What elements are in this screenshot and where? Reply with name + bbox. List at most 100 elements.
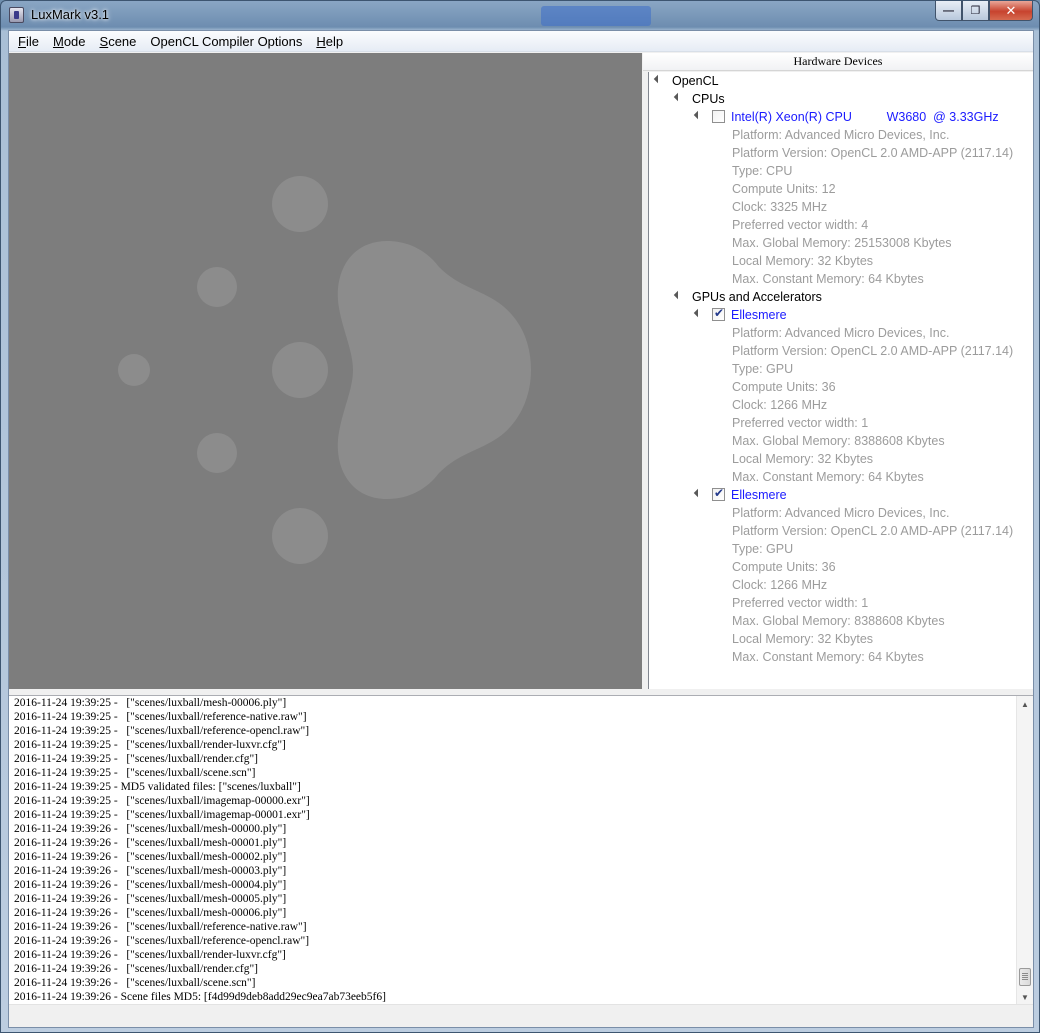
log-line: 2016-11-24 19:39:25 - ["scenes/luxball/r… bbox=[14, 711, 307, 723]
log-line: 2016-11-24 19:39:25 - ["scenes/luxball/m… bbox=[14, 697, 287, 709]
background-taskbar-glimpse bbox=[541, 6, 651, 26]
gpu1-prop-type: Type: GPU bbox=[732, 362, 794, 376]
logo-dot bbox=[197, 433, 237, 473]
log-line: 2016-11-24 19:39:26 - Scene files MD5: [… bbox=[14, 991, 386, 1003]
menu-mode[interactable]: Mode bbox=[46, 31, 93, 52]
log-line: 2016-11-24 19:39:25 - ["scenes/luxball/s… bbox=[14, 767, 256, 779]
cpu-prop-local-memory: Local Memory: 32 Kbytes bbox=[732, 254, 874, 268]
log-line: 2016-11-24 19:39:26 - ["scenes/luxball/r… bbox=[14, 935, 310, 947]
tree-node-opencl[interactable]: OpenCL bbox=[672, 72, 719, 90]
log-line: 2016-11-24 19:39:25 - ["scenes/luxball/r… bbox=[14, 739, 286, 751]
gpu1-prop-constant-memory: Max. Constant Memory: 64 Kbytes bbox=[732, 470, 924, 484]
tree-node-gpu-device-2[interactable]: Ellesmere bbox=[731, 486, 787, 504]
log-output[interactable]: 2016-11-24 19:39:25 - ["scenes/luxball/m… bbox=[9, 695, 1033, 1005]
scroll-down-icon[interactable]: ▼ bbox=[1017, 989, 1033, 1004]
luxmark-window: LuxMark v3.1 — ❐ ✕ File Mode Scene OpenC… bbox=[0, 0, 1040, 1033]
hardware-tree[interactable]: OpenCL CPUs Intel(R) Xeon(R) CPU W3680 @… bbox=[648, 72, 1033, 689]
gpu2-prop-vector-width: Preferred vector width: 1 bbox=[732, 596, 869, 610]
log-lines: 2016-11-24 19:39:25 - ["scenes/luxball/m… bbox=[14, 696, 1014, 1004]
cpu-prop-constant-memory: Max. Constant Memory: 64 Kbytes bbox=[732, 272, 924, 286]
cpu-prop-platform-version: Platform Version: OpenCL 2.0 AMD-APP (21… bbox=[732, 146, 1014, 160]
expand-arrow-icon[interactable] bbox=[653, 74, 663, 84]
client-area: File Mode Scene OpenCL Compiler Options … bbox=[8, 30, 1034, 1028]
logo-dot bbox=[272, 342, 328, 398]
gpu2-prop-compute-units: Compute Units: 36 bbox=[732, 560, 836, 574]
log-scrollbar[interactable]: ▲ ▼ bbox=[1016, 696, 1033, 1004]
expand-arrow-icon[interactable] bbox=[693, 308, 703, 318]
scroll-thumb[interactable] bbox=[1019, 968, 1031, 986]
log-line: 2016-11-24 19:39:26 - ["scenes/luxball/r… bbox=[14, 963, 259, 975]
log-line: 2016-11-24 19:39:26 - ["scenes/luxball/s… bbox=[14, 977, 256, 989]
caption-buttons: — ❐ ✕ bbox=[935, 1, 1033, 21]
log-line: 2016-11-24 19:39:26 - ["scenes/luxball/r… bbox=[14, 921, 307, 933]
menu-scene[interactable]: Scene bbox=[93, 31, 144, 52]
logo-dot bbox=[272, 508, 328, 564]
logo-dot bbox=[197, 267, 237, 307]
expand-arrow-icon[interactable] bbox=[673, 92, 683, 102]
gpu2-prop-local-memory: Local Memory: 32 Kbytes bbox=[732, 632, 874, 646]
gpu1-prop-clock: Clock: 1266 MHz bbox=[732, 398, 828, 412]
render-view[interactable] bbox=[9, 53, 642, 689]
log-line: 2016-11-24 19:39:26 - ["scenes/luxball/m… bbox=[14, 865, 287, 877]
minimize-icon: — bbox=[943, 4, 954, 17]
close-button[interactable]: ✕ bbox=[989, 1, 1033, 21]
device-checkbox-gpu-2[interactable] bbox=[712, 486, 725, 501]
cpu-prop-platform: Platform: Advanced Micro Devices, Inc. bbox=[732, 128, 950, 142]
gpu1-prop-vector-width: Preferred vector width: 1 bbox=[732, 416, 869, 430]
expand-arrow-icon[interactable] bbox=[693, 110, 703, 120]
log-line: 2016-11-24 19:39:25 - ["scenes/luxball/r… bbox=[14, 753, 259, 765]
log-line: 2016-11-24 19:39:25 - ["scenes/luxball/i… bbox=[14, 809, 310, 821]
maximize-icon: ❐ bbox=[970, 5, 981, 17]
menu-help[interactable]: Help bbox=[309, 31, 350, 52]
log-line: 2016-11-24 19:39:26 - ["scenes/luxball/m… bbox=[14, 893, 287, 905]
gpu1-prop-global-memory: Max. Global Memory: 8388608 Kbytes bbox=[732, 434, 945, 448]
tree-node-gpus[interactable]: GPUs and Accelerators bbox=[692, 288, 822, 306]
gpu2-prop-clock: Clock: 1266 MHz bbox=[732, 578, 828, 592]
gpu1-prop-platform-version: Platform Version: OpenCL 2.0 AMD-APP (21… bbox=[732, 344, 1014, 358]
expand-arrow-icon[interactable] bbox=[673, 290, 683, 300]
menu-bar: File Mode Scene OpenCL Compiler Options … bbox=[9, 31, 1033, 52]
logo-dot bbox=[272, 176, 328, 232]
tree-node-gpu-device-1[interactable]: Ellesmere bbox=[731, 306, 787, 324]
logo-dot bbox=[118, 354, 150, 386]
luxmark-logo-watermark bbox=[118, 176, 531, 564]
log-line: 2016-11-24 19:39:26 - ["scenes/luxball/m… bbox=[14, 851, 287, 863]
log-line: 2016-11-24 19:39:25 - ["scenes/luxball/r… bbox=[14, 725, 310, 737]
log-line: 2016-11-24 19:39:26 - ["scenes/luxball/m… bbox=[14, 907, 287, 919]
window-title: LuxMark v3.1 bbox=[31, 7, 110, 22]
gpu2-prop-global-memory: Max. Global Memory: 8388608 Kbytes bbox=[732, 614, 945, 628]
close-icon: ✕ bbox=[1005, 2, 1017, 18]
menu-file[interactable]: File bbox=[11, 31, 46, 52]
cpu-prop-global-memory: Max. Global Memory: 25153008 Kbytes bbox=[732, 236, 952, 250]
minimize-button[interactable]: — bbox=[935, 1, 962, 21]
cpu-prop-type: Type: CPU bbox=[732, 164, 793, 178]
log-line: 2016-11-24 19:39:26 - ["scenes/luxball/r… bbox=[14, 949, 286, 961]
gpu1-prop-compute-units: Compute Units: 36 bbox=[732, 380, 836, 394]
status-bar bbox=[9, 1006, 1033, 1027]
scroll-up-icon[interactable]: ▲ bbox=[1017, 696, 1033, 713]
gpu2-prop-constant-memory: Max. Constant Memory: 64 Kbytes bbox=[732, 650, 924, 664]
expand-arrow-icon[interactable] bbox=[693, 488, 703, 498]
tree-node-cpu-device[interactable]: Intel(R) Xeon(R) CPU W3680 @ 3.33GHz bbox=[731, 108, 999, 126]
cpu-prop-vector-width: Preferred vector width: 4 bbox=[732, 218, 869, 232]
logo-blob bbox=[337, 241, 531, 499]
hardware-devices-pane: Hardware Devices OpenCL CPUs Intel(R) Xe… bbox=[643, 53, 1033, 689]
cpu-prop-clock: Clock: 3325 MHz bbox=[732, 200, 828, 214]
maximize-button[interactable]: ❐ bbox=[962, 1, 989, 21]
device-checkbox-gpu-1[interactable] bbox=[712, 306, 725, 321]
log-line: 2016-11-24 19:39:26 - ["scenes/luxball/m… bbox=[14, 823, 287, 835]
app-icon[interactable] bbox=[9, 7, 24, 23]
menu-opencl-compiler-options[interactable]: OpenCL Compiler Options bbox=[143, 31, 309, 52]
log-line: 2016-11-24 19:39:25 - MD5 validated file… bbox=[14, 781, 301, 793]
device-checkbox-cpu[interactable] bbox=[712, 110, 725, 123]
log-line: 2016-11-24 19:39:25 - ["scenes/luxball/i… bbox=[14, 795, 310, 807]
gpu1-prop-platform: Platform: Advanced Micro Devices, Inc. bbox=[732, 326, 950, 340]
log-line: 2016-11-24 19:39:26 - ["scenes/luxball/m… bbox=[14, 837, 287, 849]
tree-node-cpus[interactable]: CPUs bbox=[692, 90, 725, 108]
gpu1-prop-local-memory: Local Memory: 32 Kbytes bbox=[732, 452, 874, 466]
title-bar[interactable]: LuxMark v3.1 — ❐ ✕ bbox=[1, 1, 1039, 29]
gpu2-prop-platform: Platform: Advanced Micro Devices, Inc. bbox=[732, 506, 950, 520]
gpu2-prop-platform-version: Platform Version: OpenCL 2.0 AMD-APP (21… bbox=[732, 524, 1014, 538]
gpu2-prop-type: Type: GPU bbox=[732, 542, 794, 556]
cpu-prop-compute-units: Compute Units: 12 bbox=[732, 182, 836, 196]
